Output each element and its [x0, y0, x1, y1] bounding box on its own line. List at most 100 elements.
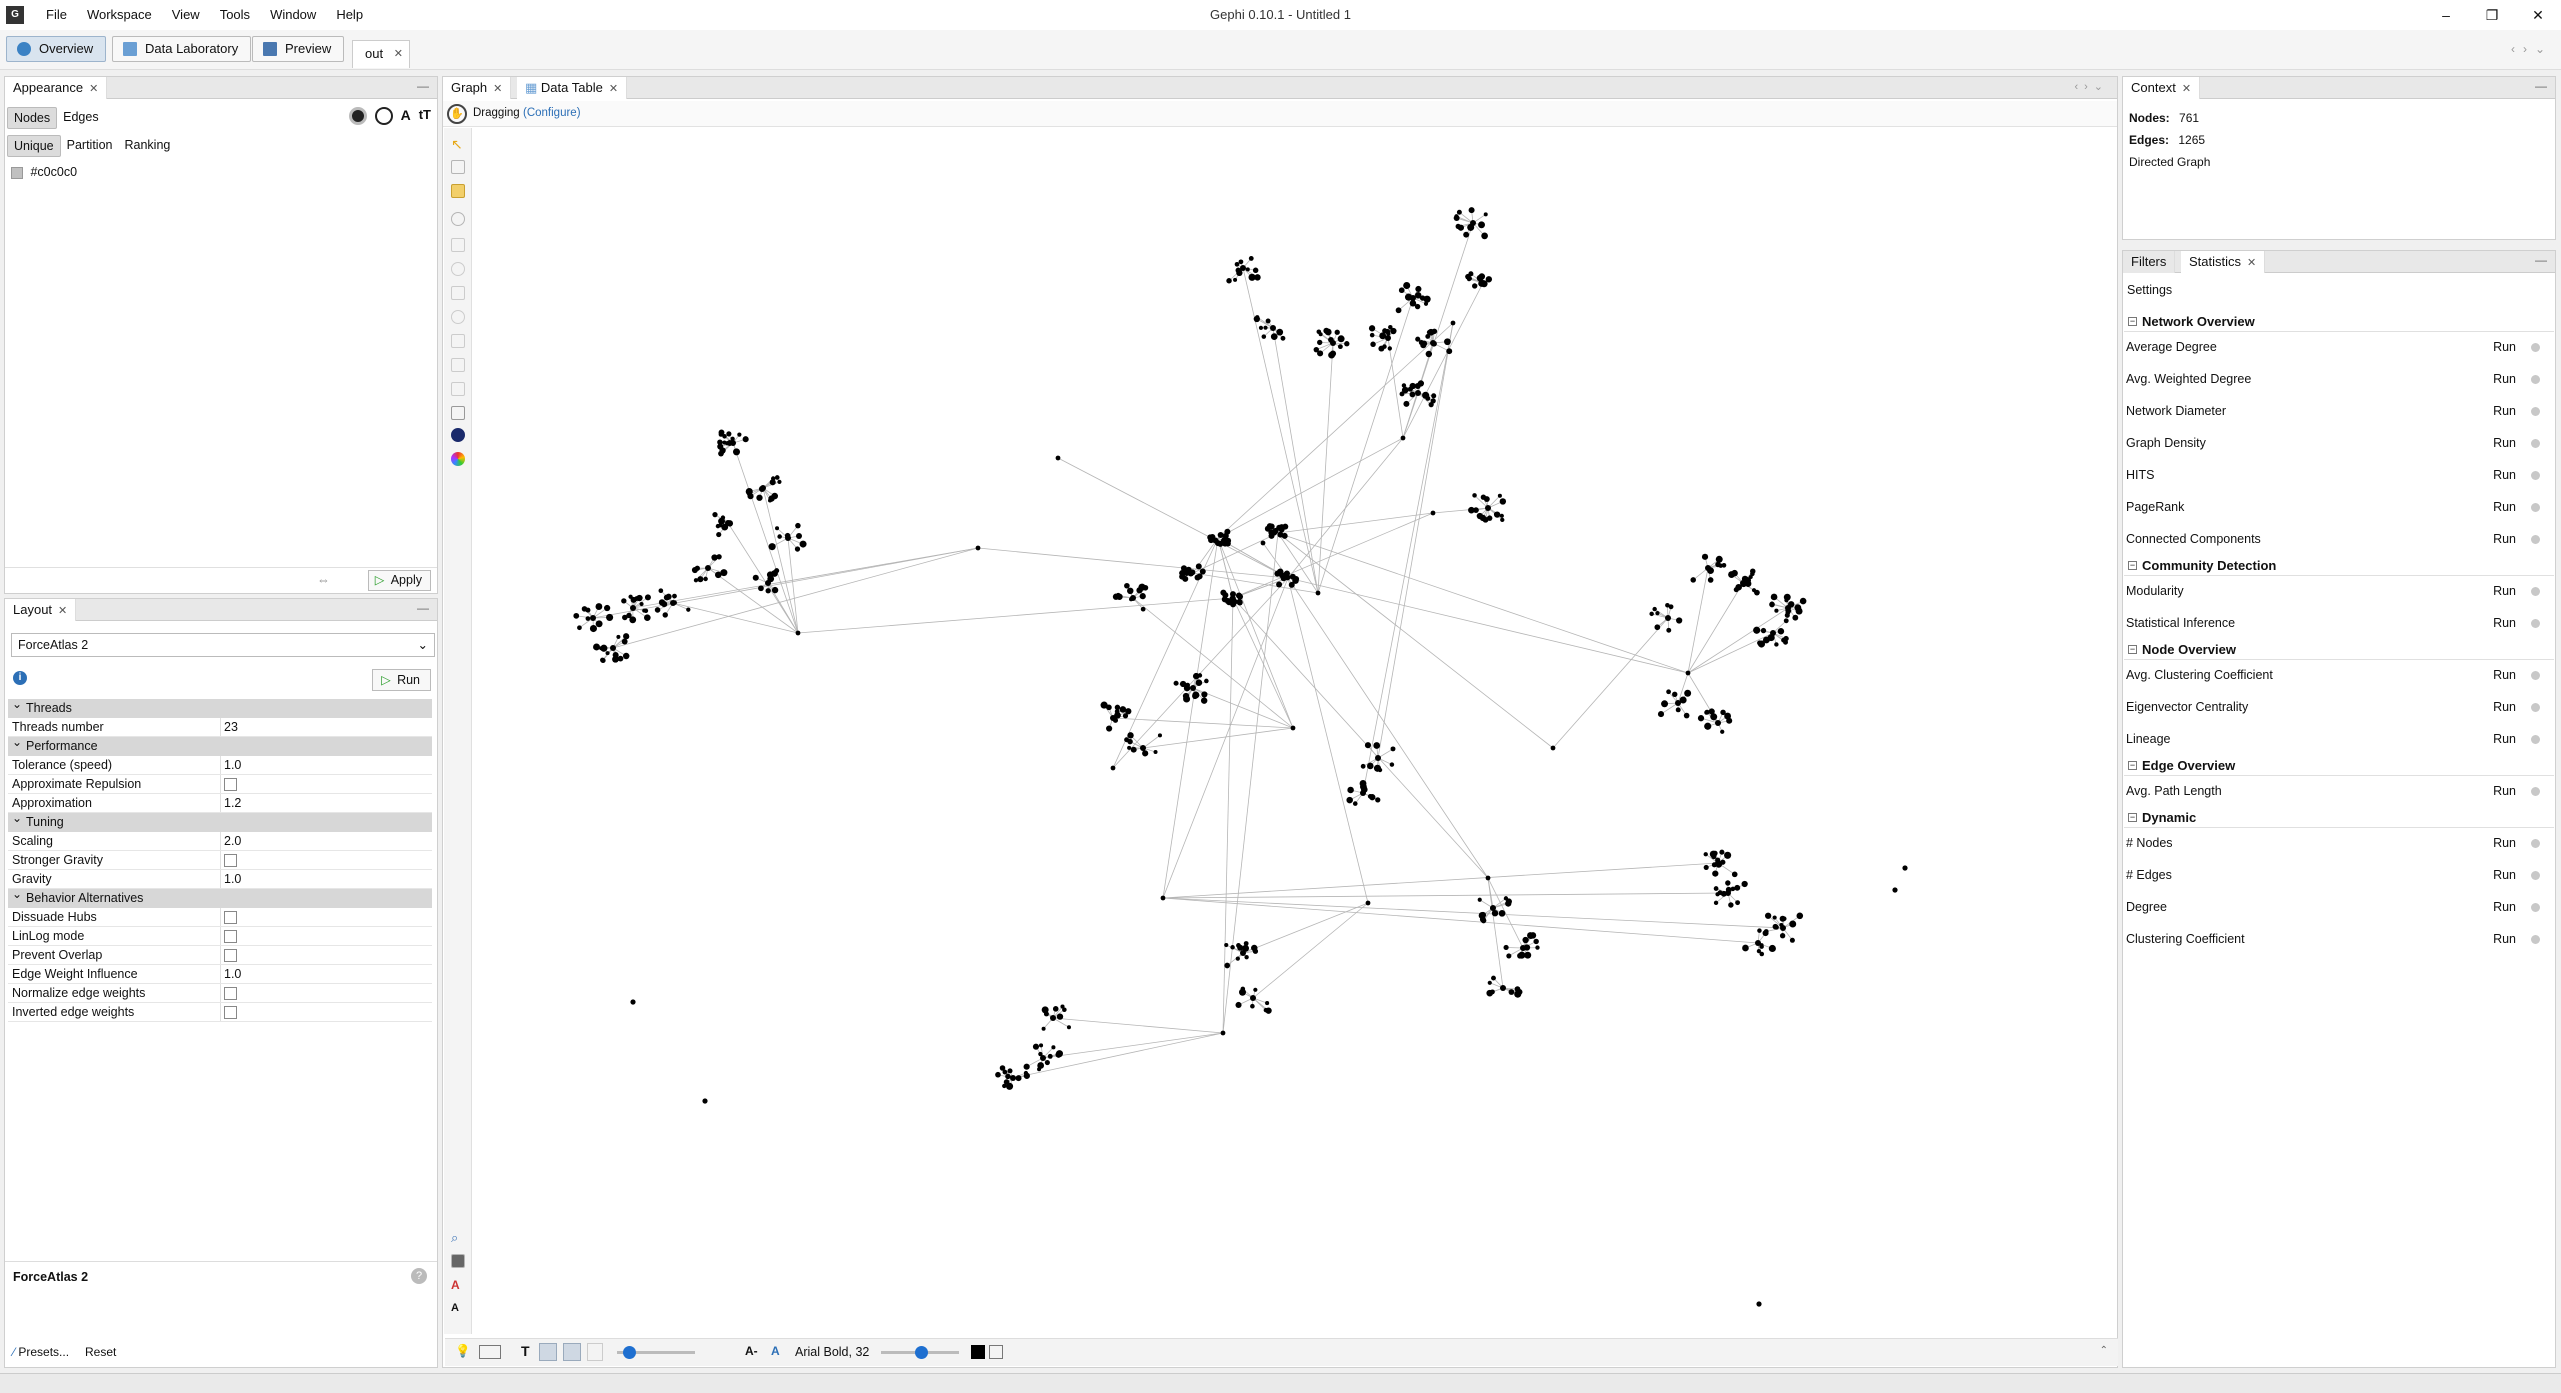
- prop-edge-weight-influence[interactable]: Edge Weight Influence 1.0: [8, 965, 432, 984]
- run-stat-button[interactable]: Run: [2493, 532, 2516, 546]
- brush-icon[interactable]: [451, 286, 465, 300]
- run-stat-button[interactable]: Run: [2493, 784, 2516, 798]
- run-layout-button[interactable]: ▷ Run: [372, 669, 431, 691]
- collapse-icon[interactable]: −: [2128, 561, 2137, 570]
- category-behavior-alternatives[interactable]: Behavior Alternatives: [8, 887, 432, 908]
- zoom-icon[interactable]: ⌕: [451, 1230, 465, 1245]
- tab-statistics[interactable]: Statistics ✕: [2181, 251, 2266, 273]
- stat-category[interactable]: − Edge Overview: [2124, 756, 2554, 776]
- settings-button[interactable]: Settings: [2127, 283, 2172, 297]
- tab-partition[interactable]: Partition: [61, 135, 119, 157]
- tab-nav-arrows[interactable]: ‹›⌄: [2074, 80, 2109, 93]
- font-decrease-icon[interactable]: A-: [745, 1344, 758, 1358]
- stat-info-icon[interactable]: [2531, 839, 2540, 848]
- graph-nodes[interactable]: [573, 207, 1908, 1307]
- stat-info-icon[interactable]: [2531, 375, 2540, 384]
- run-stat-button[interactable]: Run: [2493, 732, 2516, 746]
- stat-category[interactable]: − Node Overview: [2124, 640, 2554, 660]
- run-stat-button[interactable]: Run: [2493, 340, 2516, 354]
- shortest-path-icon[interactable]: [451, 334, 465, 348]
- stat-category[interactable]: − Network Overview: [2124, 312, 2554, 332]
- run-stat-button[interactable]: Run: [2493, 584, 2516, 598]
- stat-info-icon[interactable]: [2531, 407, 2540, 416]
- tab-ranking[interactable]: Ranking: [118, 135, 176, 157]
- run-stat-button[interactable]: Run: [2493, 700, 2516, 714]
- prop-tolerance[interactable]: Tolerance (speed) 1.0: [8, 756, 432, 775]
- minimize-panel-icon[interactable]: —: [2535, 253, 2547, 267]
- collapse-icon[interactable]: −: [2128, 761, 2137, 770]
- close-tab-icon[interactable]: ✕: [2247, 257, 2256, 269]
- tab-unique[interactable]: Unique: [7, 135, 61, 157]
- stat-info-icon[interactable]: [2531, 535, 2540, 544]
- prop-scaling[interactable]: Scaling 2.0: [8, 832, 432, 851]
- edge-color-icon[interactable]: [563, 1343, 581, 1361]
- font-increase-icon[interactable]: A: [771, 1344, 780, 1358]
- label-size-icon[interactable]: A: [451, 1302, 465, 1316]
- label-color-icon[interactable]: A: [451, 1278, 465, 1292]
- close-tab-icon[interactable]: ✕: [89, 83, 98, 95]
- data-laboratory-button[interactable]: Data Laboratory: [112, 36, 252, 62]
- run-stat-button[interactable]: Run: [2493, 900, 2516, 914]
- run-stat-button[interactable]: Run: [2493, 404, 2516, 418]
- color-wheel-icon[interactable]: [451, 452, 465, 466]
- run-stat-button[interactable]: Run: [2493, 932, 2516, 946]
- run-stat-button[interactable]: Run: [2493, 868, 2516, 882]
- show-labels-icon[interactable]: T: [521, 1343, 530, 1359]
- stat-info-icon[interactable]: [2531, 671, 2540, 680]
- stat-info-icon[interactable]: [2531, 787, 2540, 796]
- prop-approximate-repulsion[interactable]: Approximate Repulsion: [8, 775, 432, 794]
- prop-normalize-edge-weights[interactable]: Normalize edge weights: [8, 984, 432, 1003]
- neighbors-icon[interactable]: [451, 310, 465, 324]
- tab-edges[interactable]: Edges: [57, 107, 104, 129]
- collapse-icon[interactable]: −: [2128, 813, 2137, 822]
- checkbox[interactable]: [224, 911, 237, 924]
- stat-info-icon[interactable]: [2531, 471, 2540, 480]
- stat-category[interactable]: − Dynamic: [2124, 808, 2554, 828]
- select-cursor-icon[interactable]: ↖: [451, 136, 465, 152]
- stat-info-icon[interactable]: [2531, 619, 2540, 628]
- collapse-icon[interactable]: −: [2128, 645, 2137, 654]
- slider-thumb[interactable]: [915, 1346, 928, 1359]
- prop-inverted-edge-weights[interactable]: Inverted edge weights: [8, 1003, 432, 1022]
- font-selector[interactable]: Arial Bold, 32: [795, 1345, 869, 1359]
- tab-appearance[interactable]: Appearance ✕: [5, 77, 108, 99]
- run-stat-button[interactable]: Run: [2493, 372, 2516, 386]
- preview-button[interactable]: Preview: [252, 36, 345, 62]
- category-threads[interactable]: Threads: [8, 697, 432, 718]
- label-size-mode-icon[interactable]: [989, 1345, 1003, 1359]
- tab-data-table[interactable]: ▦ Data Table ✕: [517, 77, 628, 99]
- stat-info-icon[interactable]: [2531, 871, 2540, 880]
- overview-button[interactable]: Overview: [6, 36, 107, 62]
- close-icon[interactable]: ✕: [2515, 0, 2561, 30]
- layout-algorithm-select[interactable]: ForceAtlas 2 ⌄: [11, 633, 435, 657]
- minimize-panel-icon[interactable]: —: [417, 79, 429, 93]
- close-tab-icon[interactable]: ✕: [2182, 83, 2191, 95]
- tab-nodes[interactable]: Nodes: [7, 107, 58, 129]
- category-performance[interactable]: Performance: [8, 735, 432, 756]
- close-tab-icon[interactable]: ✕: [58, 605, 67, 617]
- label-size-icon[interactable]: tT: [419, 107, 431, 125]
- prop-approximation[interactable]: Approximation 1.2: [8, 794, 432, 813]
- tab-context[interactable]: Context ✕: [2123, 77, 2201, 99]
- checkbox[interactable]: [224, 778, 237, 791]
- run-stat-button[interactable]: Run: [2493, 500, 2516, 514]
- graph-canvas[interactable]: [473, 128, 2117, 1334]
- restore-icon[interactable]: ❐: [2469, 0, 2515, 30]
- painter-icon[interactable]: [451, 238, 465, 252]
- lightbulb-icon[interactable]: 💡: [455, 1344, 471, 1359]
- edit-icon[interactable]: [451, 382, 465, 396]
- close-tab-icon[interactable]: ✕: [493, 83, 502, 95]
- close-tab-icon[interactable]: ✕: [609, 83, 618, 95]
- workspace-tab[interactable]: out ✕: [352, 40, 410, 68]
- tab-filters[interactable]: Filters: [2123, 251, 2176, 273]
- stat-info-icon[interactable]: [2531, 903, 2540, 912]
- minimize-icon[interactable]: –: [2423, 0, 2469, 30]
- prop-threads-number[interactable]: Threads number 23: [8, 718, 432, 737]
- apply-button[interactable]: ▷ Apply: [367, 570, 431, 591]
- add-node-icon[interactable]: [451, 406, 465, 420]
- checkbox[interactable]: [224, 949, 237, 962]
- stat-category[interactable]: − Community Detection: [2124, 556, 2554, 576]
- stat-info-icon[interactable]: [2531, 343, 2540, 352]
- prop-prevent-overlap[interactable]: Prevent Overlap: [8, 946, 432, 965]
- prop-stronger-gravity[interactable]: Stronger Gravity: [8, 851, 432, 870]
